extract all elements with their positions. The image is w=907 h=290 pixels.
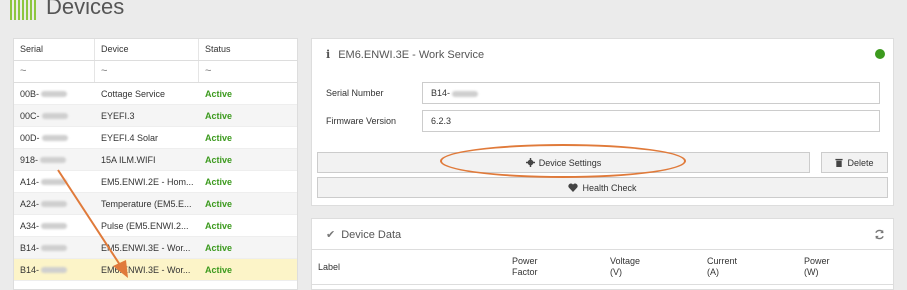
delete-label: Delete <box>847 157 874 168</box>
filter-status[interactable]: ~ <box>199 61 297 82</box>
serial-cell: B14- <box>14 243 95 253</box>
globe-icon[interactable] <box>875 49 885 59</box>
column-header-serial[interactable]: Serial <box>14 39 95 60</box>
device-data-title: ✔ Device Data <box>326 228 401 241</box>
delete-button[interactable]: Delete <box>821 152 888 173</box>
status-cell: Active <box>205 220 233 231</box>
redacted-mark <box>41 267 68 274</box>
device-cell: Cottage Service <box>101 88 166 99</box>
serial-cell: 918- <box>14 155 95 165</box>
status-cell: Active <box>205 132 233 143</box>
device-data-panel: ✔ Device Data Label Power Factor Voltage (V… <box>311 218 894 290</box>
table-row[interactable]: 00D- EYEFI.4 Solar Active <box>14 127 297 149</box>
column-current: Current (A) <box>707 256 738 277</box>
serial-cell: 00D- <box>14 133 95 143</box>
column-label: Label <box>318 262 341 272</box>
page-title: Devices <box>46 0 125 19</box>
serial-cell: B14- <box>14 265 95 275</box>
device-info-panel: i EM6.ENWI.3E - Work Service Serial Numbe… <box>311 38 894 206</box>
column-power: Power (W) <box>804 256 830 277</box>
table-row[interactable]: A24- Temperature (EM5.E... Active <box>14 193 297 215</box>
serial-cell: A24- <box>14 199 95 209</box>
heartbeat-icon <box>568 183 579 192</box>
health-check-button[interactable]: Health Check <box>317 177 888 198</box>
serial-number-value: B14- <box>431 88 451 98</box>
column-header-status[interactable]: Status <box>199 39 297 60</box>
redacted-mark <box>41 245 68 252</box>
trash-icon <box>835 158 844 167</box>
filter-row: ~ ~ ~ <box>14 61 297 83</box>
table-row[interactable]: 00C- EYEFI.3 Active <box>14 105 297 127</box>
device-name: EM6.ENWI.3E - Work Service <box>338 49 485 61</box>
info-icon: i <box>326 48 331 61</box>
redacted-mark <box>41 113 68 120</box>
table-row[interactable]: 00B- Cottage Service Active <box>14 83 297 105</box>
table-row[interactable]: B14- EM6.ENWI.3E - Wor... Active <box>14 259 297 281</box>
refresh-icon[interactable] <box>874 229 885 240</box>
redacted-mark <box>41 179 68 186</box>
serial-cell: 00B- <box>14 89 95 99</box>
redacted-mark <box>41 201 68 208</box>
status-cell: Active <box>205 88 233 99</box>
device-cell: EYEFI.4 Solar <box>101 132 159 143</box>
device-cell: Temperature (EM5.E... <box>101 198 192 209</box>
table-header: Serial Device Status <box>14 39 297 61</box>
redacted-mark <box>41 91 68 98</box>
filter-serial[interactable]: ~ <box>14 61 95 82</box>
column-power-factor: Power Factor <box>512 256 538 277</box>
redacted-mark <box>41 223 68 230</box>
device-cell: EM6.ENWI.3E - Wor... <box>101 264 191 275</box>
status-cell: Active <box>205 110 233 121</box>
page-header: Devices <box>0 0 907 26</box>
device-cell: EM5.ENWI.3E - Wor... <box>101 242 191 253</box>
serial-cell: 00C- <box>14 111 95 121</box>
serial-cell: A14- <box>14 177 95 187</box>
status-cell: Active <box>205 264 233 275</box>
redacted-mark <box>452 90 479 97</box>
device-table: Serial Device Status ~ ~ ~ 00B- Cottage S… <box>13 38 298 290</box>
redacted-mark <box>40 157 67 164</box>
serial-number-label: Serial Number <box>326 88 384 98</box>
health-check-label: Health Check <box>582 182 637 193</box>
device-data-label: Device Data <box>341 229 402 241</box>
table-row[interactable]: B14- EM5.ENWI.3E - Wor... Active <box>14 237 297 259</box>
column-header-device[interactable]: Device <box>95 39 199 60</box>
serial-number-field[interactable]: B14- <box>422 82 880 104</box>
filter-device[interactable]: ~ <box>95 61 199 82</box>
status-cell: Active <box>205 176 233 187</box>
table-row[interactable]: A34- Pulse (EM5.ENWI.2... Active <box>14 215 297 237</box>
device-cell: Pulse (EM5.ENWI.2... <box>101 220 189 231</box>
table-row[interactable]: A14- EM5.ENWI.2E - Hom... Active <box>14 171 297 193</box>
redacted-mark <box>41 135 68 142</box>
status-cell: Active <box>205 198 233 209</box>
check-icon: ✔ <box>326 229 336 241</box>
highlight-oval <box>440 144 686 178</box>
device-cell: 15A ILM.WIFI <box>101 154 156 165</box>
device-info-title: i EM6.ENWI.3E - Work Service <box>326 48 484 61</box>
device-cell: EYEFI.3 <box>101 110 135 121</box>
device-cell: EM5.ENWI.2E - Hom... <box>101 176 194 187</box>
status-cell: Active <box>205 154 233 165</box>
firmware-version-label: Firmware Version <box>326 116 397 126</box>
firmware-version-field[interactable]: 6.2.3 <box>422 110 880 132</box>
table-row[interactable]: 918- 15A ILM.WIFI Active <box>14 149 297 171</box>
status-cell: Active <box>205 242 233 253</box>
device-data-header: Label Power Factor Voltage (V) Current (A) … <box>312 249 893 285</box>
column-voltage: Voltage (V) <box>610 256 641 277</box>
logo-icon <box>10 0 36 20</box>
serial-cell: A34- <box>14 221 95 231</box>
